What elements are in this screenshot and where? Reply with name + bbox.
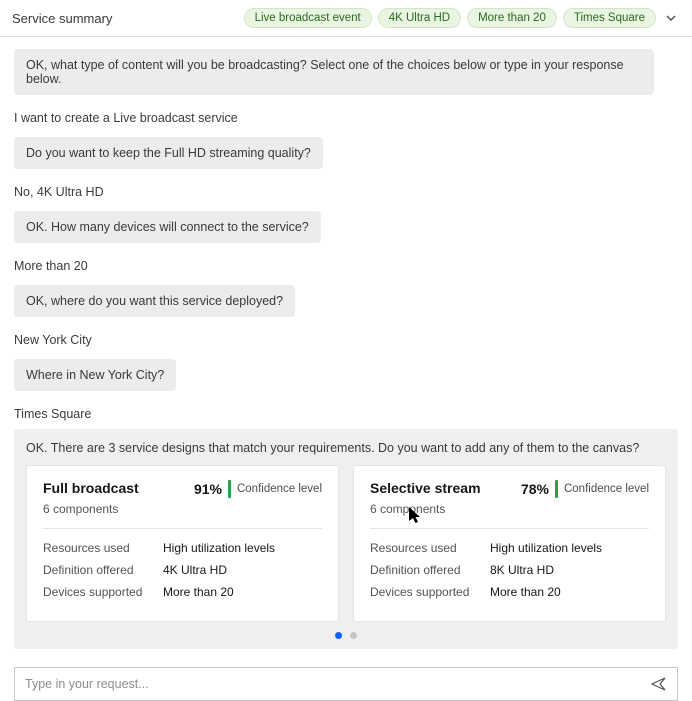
- bot-message: OK. How many devices will connect to the…: [14, 211, 321, 243]
- bot-message: Do you want to keep the Full HD streamin…: [14, 137, 323, 169]
- bot-message: Where in New York City?: [14, 359, 176, 391]
- confidence-label: Confidence level: [564, 483, 649, 495]
- page-dot[interactable]: [335, 632, 342, 639]
- confidence-bar-icon: [555, 480, 558, 498]
- confidence-percent: 91%: [194, 481, 222, 497]
- confidence: 78% Confidence level: [521, 480, 649, 498]
- spec-label: Devices supported: [43, 585, 151, 599]
- confidence: 91% Confidence level: [194, 480, 322, 498]
- spec-value: More than 20: [163, 585, 234, 599]
- tag-item[interactable]: More than 20: [467, 8, 557, 28]
- tag-item[interactable]: Live broadcast event: [244, 8, 372, 28]
- divider: [370, 528, 649, 529]
- bot-message: OK, where do you want this service deplo…: [14, 285, 295, 317]
- summary-tags: Live broadcast event 4K Ultra HD More th…: [244, 8, 680, 28]
- card-title: Selective stream: [370, 480, 481, 496]
- spec-row: Definition offered 8K Ultra HD: [370, 563, 649, 577]
- user-message: No, 4K Ultra HD: [14, 185, 678, 199]
- spec-row: Resources used High utilization levels: [43, 541, 322, 555]
- spec-label: Resources used: [370, 541, 478, 555]
- spec-value: High utilization levels: [163, 541, 275, 555]
- tag-item[interactable]: 4K Ultra HD: [378, 8, 461, 28]
- divider: [43, 528, 322, 529]
- card-subtitle: 6 components: [370, 502, 649, 516]
- results-heading: OK. There are 3 service designs that mat…: [26, 441, 666, 455]
- user-message: I want to create a Live broadcast servic…: [14, 111, 678, 125]
- spec-label: Definition offered: [43, 563, 151, 577]
- result-card[interactable]: Full broadcast 91% Confidence level 6 co…: [26, 465, 339, 622]
- tag-item[interactable]: Times Square: [563, 8, 656, 28]
- page-dot[interactable]: [350, 632, 357, 639]
- bot-message: OK, what type of content will you be bro…: [14, 49, 654, 95]
- conversation: OK, what type of content will you be bro…: [0, 37, 692, 421]
- user-message: Times Square: [14, 407, 678, 421]
- results-panel: OK. There are 3 service designs that mat…: [14, 429, 678, 649]
- spec-label: Devices supported: [370, 585, 478, 599]
- spec-row: Devices supported More than 20: [370, 585, 649, 599]
- confidence-label: Confidence level: [237, 483, 322, 495]
- card-title: Full broadcast: [43, 480, 139, 496]
- spec-value: 4K Ultra HD: [163, 563, 227, 577]
- spec-row: Devices supported More than 20: [43, 585, 322, 599]
- summary-header: Service summary Live broadcast event 4K …: [0, 0, 692, 37]
- confidence-percent: 78%: [521, 481, 549, 497]
- spec-row: Definition offered 4K Ultra HD: [43, 563, 322, 577]
- spec-label: Definition offered: [370, 563, 478, 577]
- page-title: Service summary: [12, 11, 112, 26]
- spec-value: High utilization levels: [490, 541, 602, 555]
- send-icon[interactable]: [651, 676, 667, 692]
- spec-value: More than 20: [490, 585, 561, 599]
- request-input-bar[interactable]: [14, 667, 678, 701]
- request-input[interactable]: [25, 677, 651, 691]
- spec-label: Resources used: [43, 541, 151, 555]
- spec-row: Resources used High utilization levels: [370, 541, 649, 555]
- confidence-bar-icon: [228, 480, 231, 498]
- spec-value: 8K Ultra HD: [490, 563, 554, 577]
- cards-row: Full broadcast 91% Confidence level 6 co…: [26, 465, 666, 622]
- chevron-down-icon[interactable]: [662, 11, 680, 25]
- pagination-dots: [26, 632, 666, 639]
- user-message: New York City: [14, 333, 678, 347]
- user-message: More than 20: [14, 259, 678, 273]
- result-card[interactable]: Selective stream 78% Confidence level 6 …: [353, 465, 666, 622]
- card-subtitle: 6 components: [43, 502, 322, 516]
